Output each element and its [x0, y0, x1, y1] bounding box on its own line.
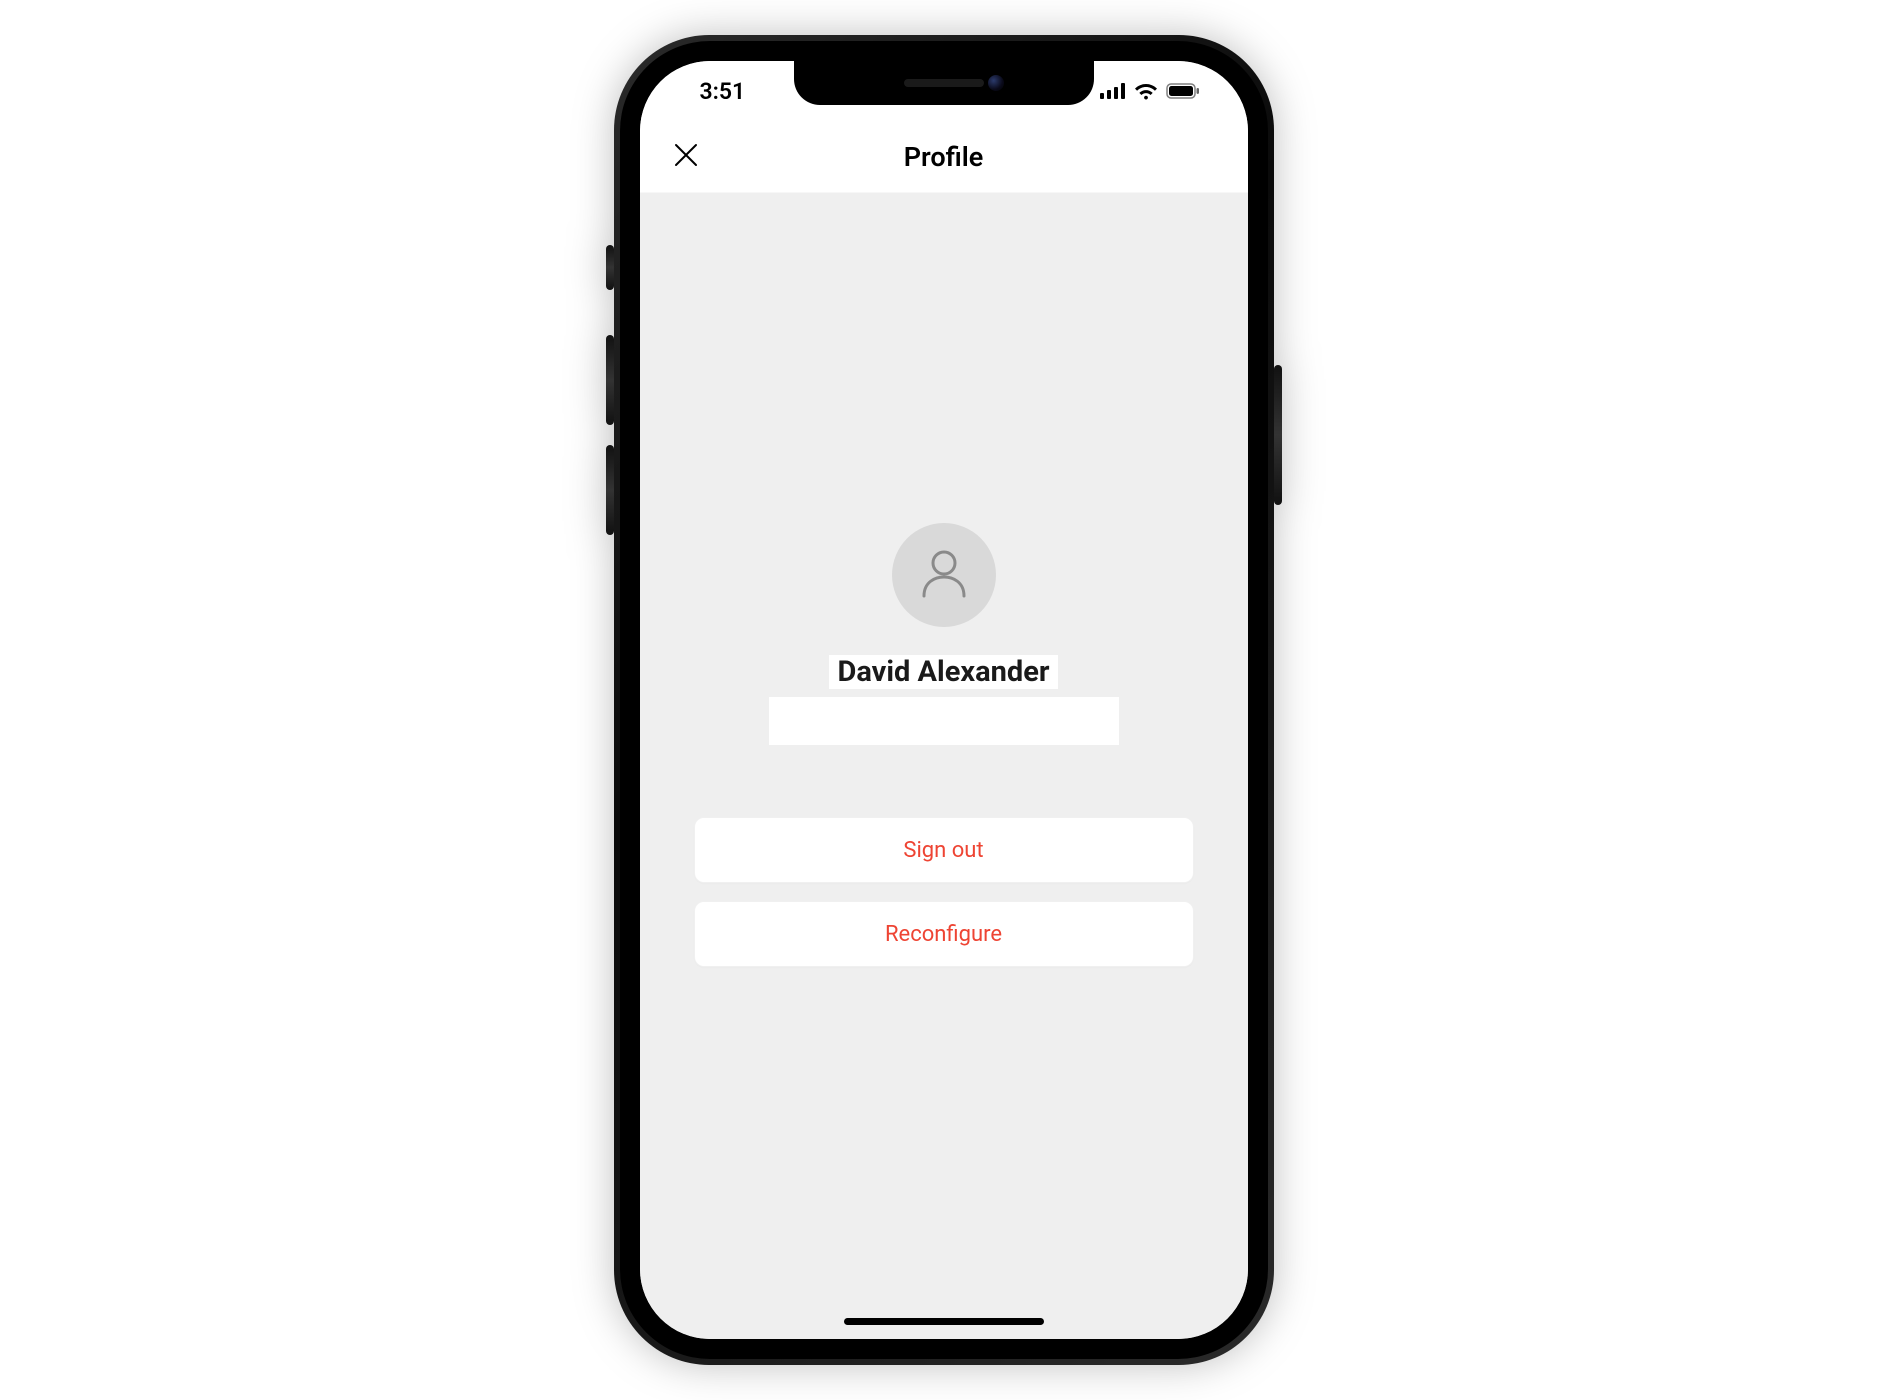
status-time: 3:51: [700, 78, 746, 105]
person-icon: [915, 544, 973, 606]
volume-up-button: [606, 335, 614, 425]
page-title: Profile: [904, 141, 984, 173]
wifi-icon: [1134, 82, 1158, 100]
reconfigure-label: Reconfigure: [885, 922, 1002, 947]
reconfigure-button[interactable]: Reconfigure: [694, 901, 1194, 967]
profile-name-wrap: David Alexander: [769, 655, 1119, 745]
profile-name: David Alexander: [829, 655, 1057, 689]
notch: [794, 61, 1094, 105]
phone-frame: 3:51: [614, 35, 1274, 1365]
mute-switch: [606, 245, 614, 290]
power-button: [1274, 365, 1282, 505]
action-buttons: Sign out Reconfigure: [640, 817, 1248, 967]
cellular-icon: [1100, 83, 1126, 99]
speaker-grille: [904, 79, 984, 87]
sign-out-button[interactable]: Sign out: [694, 817, 1194, 883]
sign-out-label: Sign out: [903, 838, 983, 863]
screen: 3:51: [640, 61, 1248, 1339]
close-icon: [673, 142, 699, 172]
front-camera: [988, 75, 1004, 91]
avatar[interactable]: [892, 523, 996, 627]
battery-icon: [1166, 83, 1200, 99]
profile-sub-box: [769, 697, 1119, 745]
close-button[interactable]: [666, 137, 706, 177]
volume-down-button: [606, 445, 614, 535]
nav-bar: Profile: [640, 121, 1248, 193]
status-icons: [1100, 82, 1200, 100]
home-indicator[interactable]: [844, 1318, 1044, 1325]
content-area: David Alexander Sign out Reconfigure: [640, 193, 1248, 1339]
